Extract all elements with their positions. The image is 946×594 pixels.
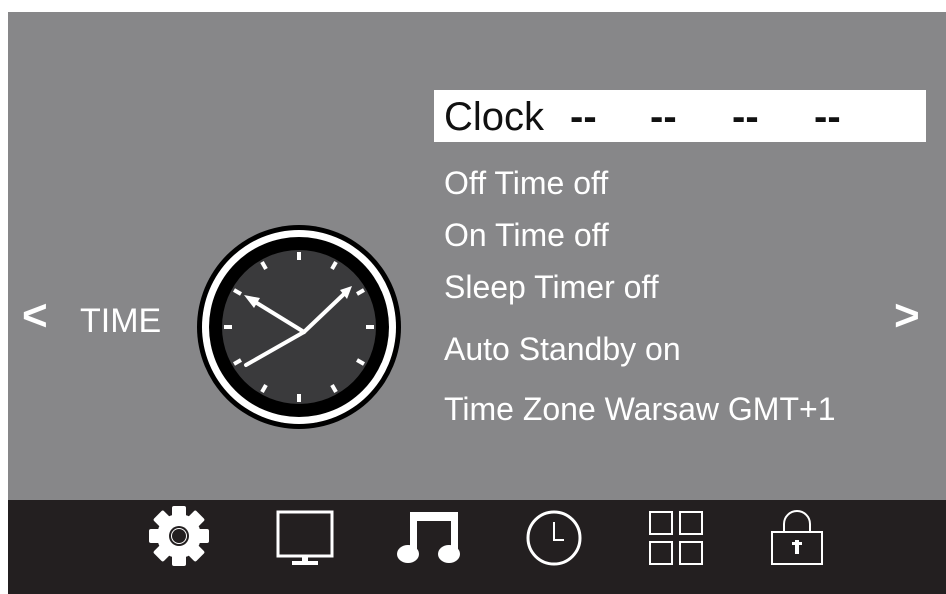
clock-value-hours: -- — [570, 95, 597, 139]
next-section-arrow[interactable]: > — [894, 294, 920, 338]
menu-item-auto-standby[interactable]: Auto Standby on — [444, 330, 681, 368]
clock-value-day: -- — [732, 95, 759, 139]
lock-icon[interactable] — [766, 506, 828, 566]
music-note-icon[interactable] — [396, 506, 466, 566]
monitor-icon[interactable] — [274, 506, 338, 566]
menu-item-clock[interactable]: Clock -- -- -- -- — [434, 90, 926, 142]
clock-illustration-icon — [197, 225, 401, 429]
section-title: TIME — [80, 302, 162, 340]
clock-label: Clock — [444, 95, 545, 139]
gear-icon[interactable] — [144, 506, 214, 566]
clock-value-month: -- — [814, 95, 841, 139]
menu-item-time-zone[interactable]: Time Zone Warsaw GMT+1 — [444, 390, 835, 428]
menu-item-off-time[interactable]: Off Time off — [444, 164, 608, 202]
clock-icon[interactable] — [522, 506, 586, 566]
grid-icon[interactable] — [648, 506, 708, 566]
clock-value-minutes: -- — [650, 95, 677, 139]
menu-item-on-time[interactable]: On Time off — [444, 216, 609, 254]
previous-section-arrow[interactable]: < — [22, 294, 48, 338]
menu-item-sleep-timer[interactable]: Sleep Timer off — [444, 268, 659, 306]
time-settings-panel: < TIME Clock -- -- -- -- Off Time off On… — [8, 12, 946, 499]
